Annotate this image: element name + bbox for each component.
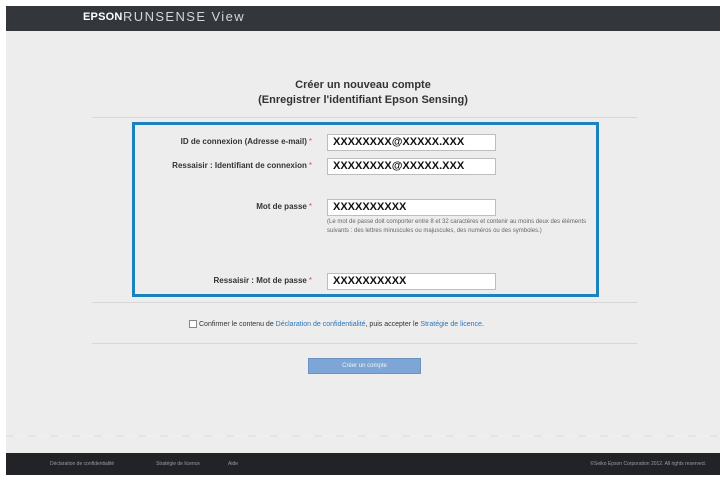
required-mark: * (308, 137, 312, 146)
password-confirm-label: Ressaisir : Mot de passe * (213, 276, 313, 285)
required-mark: * (308, 202, 312, 211)
login-id-confirm-label: Ressaisir : Identifiant de connexion * (172, 161, 312, 170)
password-label: Mot de passe * (256, 202, 312, 211)
app-frame: EPSON RUNSENSE View Créer un nouveau com… (6, 6, 720, 475)
consent-checkbox[interactable] (189, 320, 197, 328)
product-name: RUNSENSE View (123, 9, 245, 24)
consent-row: Confirmer le contenu de Déclaration de c… (189, 320, 484, 328)
epson-logo: EPSON (83, 11, 123, 23)
divider-bottom (92, 343, 637, 344)
footer-texture (6, 435, 720, 437)
footer-license-link[interactable]: Stratégie de licence (156, 461, 200, 467)
login-id-label: ID de connexion (Adresse e-mail) * (180, 137, 312, 146)
login-id-field[interactable]: XXXXXXXX@XXXXX.XXX (327, 134, 496, 151)
license-policy-link[interactable]: Stratégie de licence (420, 321, 481, 328)
login-id-confirm-field[interactable]: XXXXXXXX@XXXXX.XXX (327, 158, 496, 175)
footer-privacy-link[interactable]: Déclaration de confidentialité (50, 461, 114, 467)
privacy-policy-link[interactable]: Déclaration de confidentialité (276, 321, 366, 328)
divider-top (92, 117, 637, 118)
footer-bar: Déclaration de confidentialité Stratégie… (6, 453, 720, 475)
password-field[interactable]: XXXXXXXXXX (327, 199, 496, 216)
footer-copyright: ©Seiko Epson Corporation 2012. All right… (590, 461, 706, 467)
header-bar: EPSON RUNSENSE View (6, 6, 720, 31)
password-hint: (Le mot de passe doit comporter entre 8 … (327, 219, 587, 234)
page-title: Créer un nouveau compte (Enregistrer l'i… (6, 78, 720, 108)
password-confirm-field[interactable]: XXXXXXXXXX (327, 273, 496, 290)
page-title-line2: (Enregistrer l'identifiant Epson Sensing… (258, 94, 468, 106)
required-mark: * (308, 276, 312, 285)
page-title-line1: Créer un nouveau compte (295, 79, 431, 91)
footer-help-link[interactable]: Aide (228, 461, 238, 467)
create-account-button[interactable]: Créer un compte (308, 358, 421, 374)
required-mark: * (308, 161, 312, 170)
divider-middle (92, 302, 637, 303)
